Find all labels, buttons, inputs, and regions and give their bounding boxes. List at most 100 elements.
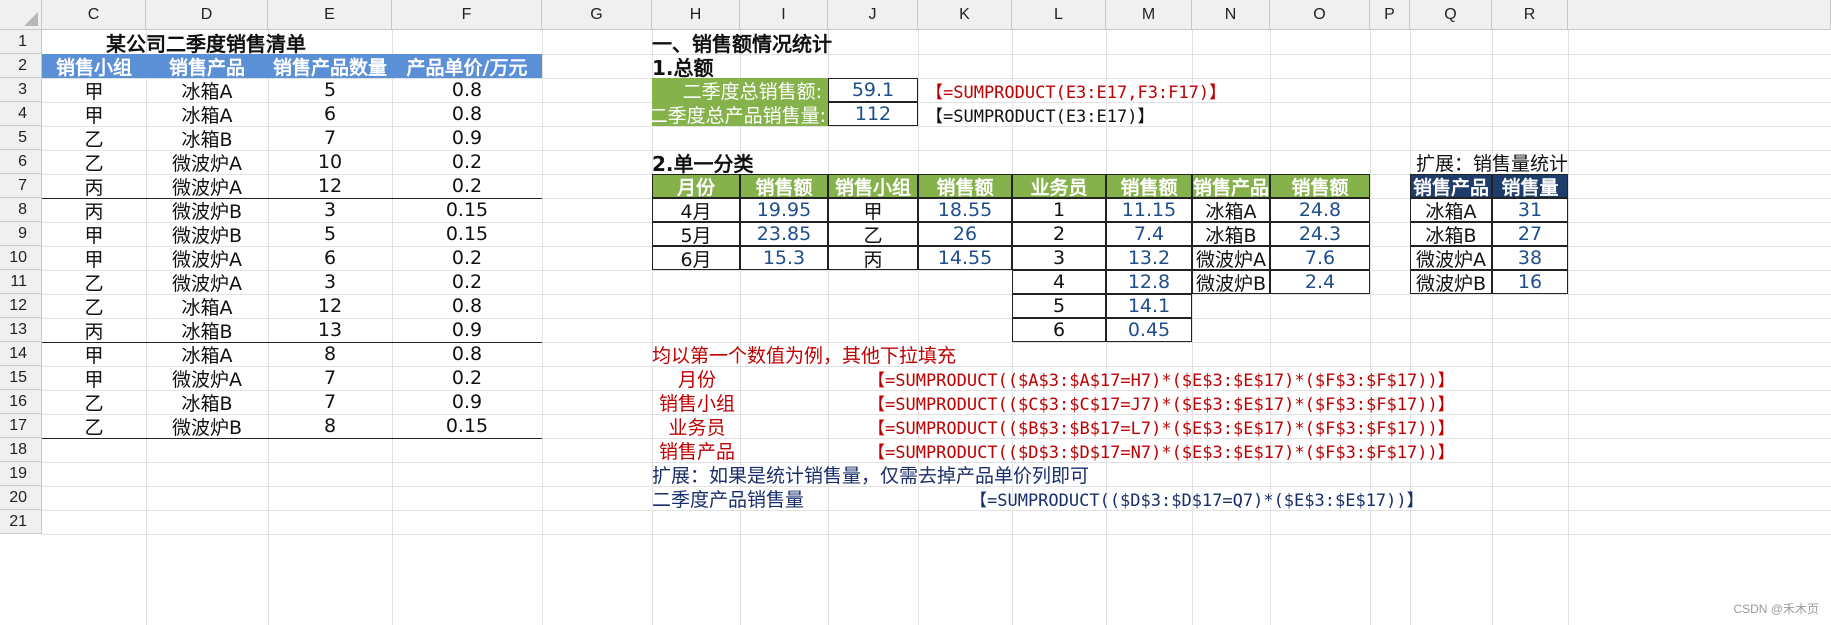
sales-list-cell[interactable]: 0.8 bbox=[392, 294, 542, 318]
total-subtitle[interactable]: 1.总额 bbox=[652, 54, 828, 80]
sales-list-cell[interactable]: 3 bbox=[268, 198, 392, 222]
sales-list-cell[interactable]: 甲 bbox=[42, 342, 146, 367]
column-header-F[interactable]: F bbox=[392, 0, 542, 30]
sales-list-cell[interactable]: 0.8 bbox=[392, 342, 542, 366]
sales-list-cell[interactable]: 0.2 bbox=[392, 174, 542, 198]
row-header-1[interactable]: 1 bbox=[0, 30, 42, 54]
formula-label[interactable]: 月份 bbox=[652, 366, 742, 391]
group-cell[interactable]: 甲 bbox=[828, 198, 918, 223]
sales-list-cell[interactable]: 6 bbox=[268, 102, 392, 126]
row-header-4[interactable]: 4 bbox=[0, 102, 42, 126]
sales-list-cell[interactable]: 13 bbox=[268, 318, 392, 342]
column-header-G[interactable]: G bbox=[542, 0, 652, 30]
row-header-13[interactable]: 13 bbox=[0, 318, 42, 342]
month-amount[interactable]: 23.85 bbox=[740, 222, 828, 246]
extension-note[interactable]: 扩展：如果是统计销售量，仅需去掉产品单价列即可 bbox=[652, 462, 1192, 487]
row-header-9[interactable]: 9 bbox=[0, 222, 42, 246]
column-header-D[interactable]: D bbox=[146, 0, 268, 30]
sales-list-cell[interactable]: 微波炉A bbox=[146, 246, 268, 271]
row-header-18[interactable]: 18 bbox=[0, 438, 42, 462]
sales-list-cell[interactable]: 甲 bbox=[42, 222, 146, 247]
row-header-10[interactable]: 10 bbox=[0, 246, 42, 270]
category-header[interactable]: 销售小组 bbox=[828, 174, 918, 199]
sales-list-cell[interactable]: 微波炉B bbox=[146, 198, 268, 223]
total-amount-formula[interactable]: 【=SUMPRODUCT(E3:E17,F3:F17)】 bbox=[918, 78, 1370, 103]
total-qty-formula[interactable]: 【=SUMPRODUCT(E3:E17)】 bbox=[918, 102, 1370, 127]
sales-list-cell[interactable]: 乙 bbox=[42, 414, 146, 439]
extension-qty[interactable]: 38 bbox=[1492, 246, 1568, 270]
sales-list-cell[interactable]: 0.2 bbox=[392, 270, 542, 294]
extension-qty[interactable]: 31 bbox=[1492, 198, 1568, 222]
salesperson-cell[interactable]: 1 bbox=[1012, 198, 1106, 222]
salesperson-amount[interactable]: 11.15 bbox=[1106, 198, 1192, 222]
sales-list-cell[interactable]: 0.2 bbox=[392, 246, 542, 270]
group-amount[interactable]: 26 bbox=[918, 222, 1012, 246]
sales-list-cell[interactable]: 5 bbox=[268, 222, 392, 246]
select-all-corner[interactable] bbox=[0, 0, 42, 30]
row-header-16[interactable]: 16 bbox=[0, 390, 42, 414]
product-amount[interactable]: 7.6 bbox=[1270, 246, 1370, 270]
sales-list-cell[interactable]: 0.15 bbox=[392, 198, 542, 222]
column-header-E[interactable]: E bbox=[268, 0, 392, 30]
sales-list-cell[interactable]: 0.9 bbox=[392, 390, 542, 414]
sales-list-cell[interactable]: 冰箱A bbox=[146, 102, 268, 127]
sales-list-cell[interactable]: 冰箱A bbox=[146, 342, 268, 367]
category-header[interactable]: 业务员 bbox=[1012, 174, 1106, 199]
category-header[interactable]: 销售额 bbox=[918, 174, 1012, 199]
ext-qty-label[interactable]: 二季度产品销售量 bbox=[652, 486, 828, 511]
formula-text[interactable]: 【=SUMPRODUCT(($B$3:$B$17=L7)*($E$3:$E$17… bbox=[868, 414, 1696, 439]
month-amount[interactable]: 19.95 bbox=[740, 198, 828, 222]
extension-product[interactable]: 冰箱A bbox=[1410, 198, 1492, 223]
row-header-7[interactable]: 7 bbox=[0, 174, 42, 198]
column-header-R[interactable]: R bbox=[1492, 0, 1568, 30]
formula-text[interactable]: 【=SUMPRODUCT(($C$3:$C$17=J7)*($E$3:$E$17… bbox=[868, 390, 1696, 415]
sales-list-cell[interactable]: 微波炉B bbox=[146, 414, 268, 439]
column-header-N[interactable]: N bbox=[1192, 0, 1270, 30]
row-header-3[interactable]: 3 bbox=[0, 78, 42, 102]
product-amount[interactable]: 24.3 bbox=[1270, 222, 1370, 246]
extension-qty[interactable]: 27 bbox=[1492, 222, 1568, 246]
row-header-6[interactable]: 6 bbox=[0, 150, 42, 174]
sales-list-header[interactable]: 销售产品数量 bbox=[268, 54, 392, 79]
extension-title[interactable]: 扩展：销售量统计 bbox=[1410, 150, 1600, 175]
sales-list-cell[interactable]: 0.2 bbox=[392, 150, 542, 174]
salesperson-cell[interactable]: 6 bbox=[1012, 318, 1106, 342]
category-header[interactable]: 销售额 bbox=[1106, 174, 1192, 199]
fill-down-note[interactable]: 均以第一个数值为例，其他下拉填充 bbox=[652, 342, 1106, 367]
salesperson-amount[interactable]: 0.45 bbox=[1106, 318, 1192, 342]
column-header-J[interactable]: J bbox=[828, 0, 918, 30]
column-header-C[interactable]: C bbox=[42, 0, 146, 30]
column-header-L[interactable]: L bbox=[1012, 0, 1106, 30]
product-amount[interactable]: 2.4 bbox=[1270, 270, 1370, 294]
sales-list-cell[interactable]: 0.9 bbox=[392, 126, 542, 150]
sales-list-header[interactable]: 销售产品 bbox=[146, 54, 268, 79]
total-qty-value[interactable]: 112 bbox=[828, 102, 918, 126]
sales-list-cell[interactable]: 0.8 bbox=[392, 102, 542, 126]
month-cell[interactable]: 5月 bbox=[652, 222, 740, 247]
extension-product[interactable]: 微波炉A bbox=[1410, 246, 1492, 271]
sales-list-cell[interactable]: 甲 bbox=[42, 102, 146, 127]
sales-list-cell[interactable]: 微波炉A bbox=[146, 174, 268, 199]
column-header-M[interactable]: M bbox=[1106, 0, 1192, 30]
sales-list-cell[interactable]: 6 bbox=[268, 246, 392, 270]
column-header-Q[interactable]: Q bbox=[1410, 0, 1492, 30]
column-header-I[interactable]: I bbox=[740, 0, 828, 30]
sales-list-cell[interactable]: 冰箱A bbox=[146, 78, 268, 103]
category-header[interactable]: 销售额 bbox=[740, 174, 828, 199]
group-amount[interactable]: 14.55 bbox=[918, 246, 1012, 270]
sales-list-header[interactable]: 销售小组 bbox=[42, 54, 146, 79]
sales-list-cell[interactable]: 丙 bbox=[42, 198, 146, 223]
sales-list-cell[interactable]: 冰箱B bbox=[146, 390, 268, 415]
sales-list-cell[interactable]: 微波炉A bbox=[146, 270, 268, 295]
salesperson-cell[interactable]: 2 bbox=[1012, 222, 1106, 246]
total-amount-value[interactable]: 59.1 bbox=[828, 78, 918, 102]
formula-label[interactable]: 业务员 bbox=[652, 414, 742, 439]
sales-list-cell[interactable]: 甲 bbox=[42, 366, 146, 391]
sales-list-cell[interactable]: 乙 bbox=[42, 390, 146, 415]
category-header[interactable]: 销售额 bbox=[1270, 174, 1370, 199]
sales-list-cell[interactable]: 8 bbox=[268, 414, 392, 438]
column-header-O[interactable]: O bbox=[1270, 0, 1370, 30]
extension-product[interactable]: 冰箱B bbox=[1410, 222, 1492, 247]
ext-qty-formula[interactable]: 【=SUMPRODUCT(($D$3:$D$17=Q7)*($E$3:$E$17… bbox=[970, 486, 1710, 511]
extension-header[interactable]: 销售产品 bbox=[1410, 174, 1492, 199]
